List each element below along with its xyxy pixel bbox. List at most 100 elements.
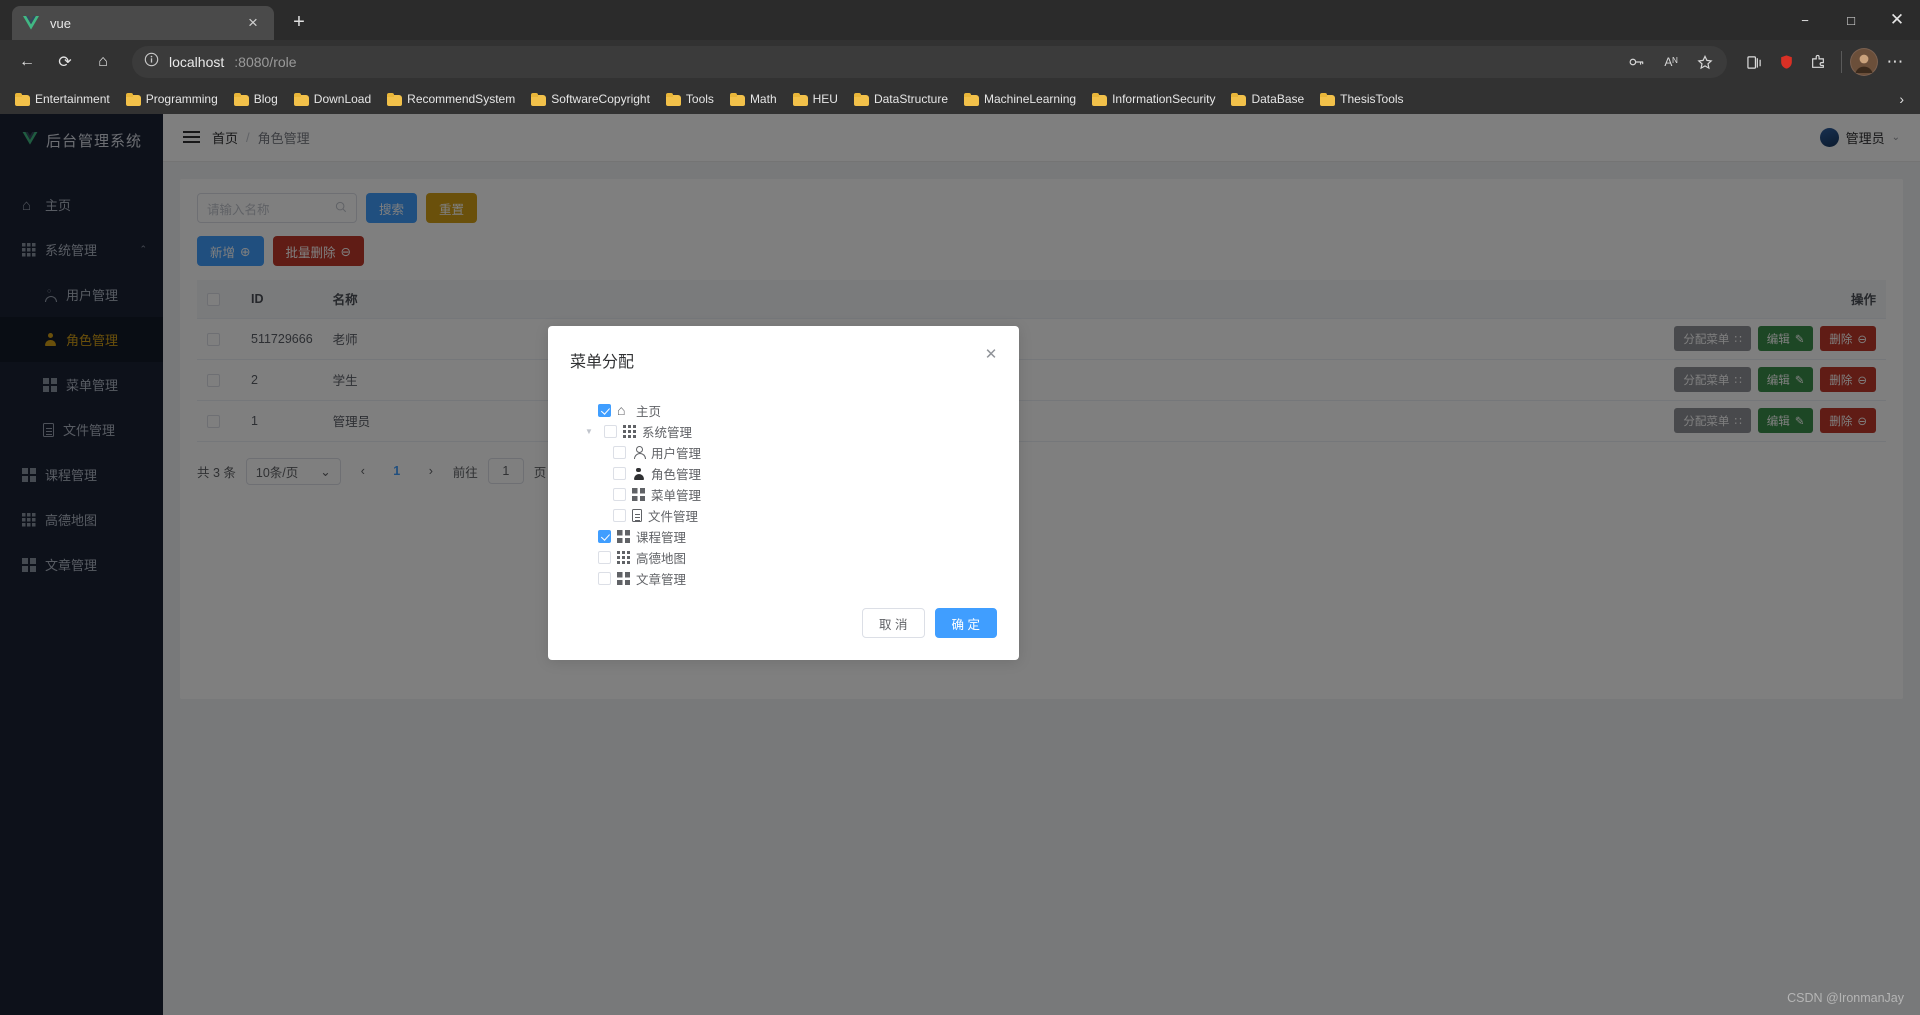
back-icon[interactable]: ← <box>10 45 44 79</box>
bookmark-label: DataStructure <box>873 92 949 106</box>
grid9-icon <box>623 425 636 438</box>
bookmarks-overflow-icon[interactable]: › <box>1891 91 1912 107</box>
chevron-down-icon[interactable]: ▼ <box>580 427 598 436</box>
tree-node-label: 主页 <box>636 405 662 419</box>
folder-icon <box>293 92 309 106</box>
info-icon[interactable] <box>144 52 159 72</box>
tree-checkbox[interactable] <box>604 425 617 438</box>
bookmark-label: DataBase <box>1251 92 1305 106</box>
dialog-body: 主页 ▼ 系统管理 用户管理 <box>548 372 1019 608</box>
bookmark-label: Tools <box>685 92 714 106</box>
tree-checkbox[interactable] <box>613 488 626 501</box>
minimize-icon[interactable]: − <box>1782 0 1828 40</box>
bookmark-label: InformationSecurity <box>1112 92 1216 106</box>
tab-title: vue <box>50 15 71 31</box>
confirm-button[interactable]: 确 定 <box>934 608 997 638</box>
address-bar[interactable]: localhost:8080/role Aᴺ <box>132 46 1727 78</box>
tree-node-menu-management[interactable]: 菜单管理 <box>570 484 997 505</box>
tree-checkbox[interactable] <box>598 572 611 585</box>
bookmark-item[interactable]: ThesisTools <box>1313 89 1410 109</box>
bookmark-label: SoftwareCopyright <box>551 92 650 106</box>
bookmark-item[interactable]: RecommendSystem <box>380 89 522 109</box>
home-icon[interactable]: ⌂ <box>86 45 120 79</box>
key-icon[interactable] <box>1623 48 1651 76</box>
bookmarks-bar: Entertainment Programming Blog DownLoad … <box>0 84 1920 114</box>
bookmark-label: MachineLearning <box>984 92 1077 106</box>
tree-checkbox[interactable] <box>598 551 611 564</box>
grid4-icon <box>632 488 645 501</box>
tree-node-label: 高德地图 <box>636 552 687 566</box>
tree-node-label: 菜单管理 <box>651 489 702 503</box>
tree-node-home[interactable]: 主页 <box>570 400 997 421</box>
tree-node-label: 文章管理 <box>636 573 687 587</box>
folder-icon <box>233 92 249 106</box>
file-icon <box>632 509 642 522</box>
tree-checkbox[interactable] <box>613 446 626 459</box>
grid4-icon <box>617 530 630 543</box>
window-controls: − □ ✕ <box>1782 0 1920 40</box>
read-aloud-icon[interactable]: Aᴺ <box>1657 48 1685 76</box>
bookmark-item[interactable]: DataBase <box>1224 89 1311 109</box>
bookmark-label: Math <box>749 92 777 106</box>
user-solid-icon <box>632 467 645 480</box>
folder-icon <box>125 92 141 106</box>
grid9-icon <box>617 551 630 564</box>
folder-icon <box>1320 92 1336 106</box>
bookmark-item[interactable]: Blog <box>227 89 285 109</box>
dialog-header: 菜单分配 ✕ <box>548 326 1019 372</box>
tree-checkbox[interactable] <box>598 530 611 543</box>
menu-tree: 主页 ▼ 系统管理 用户管理 <box>570 400 997 589</box>
tree-checkbox[interactable] <box>613 509 626 522</box>
bookmark-item[interactable]: HEU <box>786 89 845 109</box>
tree-node-article-management[interactable]: 文章管理 <box>570 568 997 589</box>
profile-avatar[interactable] <box>1850 48 1878 76</box>
maximize-icon[interactable]: □ <box>1828 0 1874 40</box>
folder-icon <box>792 92 808 106</box>
close-icon[interactable]: × <box>242 12 264 34</box>
web-page: 后台管理系统 主页 系统管理 ⌃ 用户管理 角色管理 <box>0 114 1920 1015</box>
tree-node-label: 用户管理 <box>651 447 702 461</box>
grid4-icon <box>617 572 630 585</box>
url-path: :8080/role <box>234 54 297 70</box>
bookmark-item[interactable]: DataStructure <box>847 89 955 109</box>
tree-node-system[interactable]: ▼ 系统管理 <box>570 421 997 442</box>
tree-checkbox[interactable] <box>613 467 626 480</box>
tree-node-user-management[interactable]: 用户管理 <box>570 442 997 463</box>
tree-node-label: 角色管理 <box>651 468 702 482</box>
folder-icon <box>531 92 547 106</box>
tree-node-file-management[interactable]: 文件管理 <box>570 505 997 526</box>
tree-checkbox[interactable] <box>598 404 611 417</box>
tree-node-label: 课程管理 <box>636 531 687 545</box>
bookmark-label: HEU <box>812 92 838 106</box>
folder-icon <box>15 92 30 106</box>
bookmark-item[interactable]: DownLoad <box>287 89 378 109</box>
tree-node-amap[interactable]: 高德地图 <box>570 547 997 568</box>
bookmark-item[interactable]: Entertainment <box>8 89 117 109</box>
favorite-star-icon[interactable] <box>1691 48 1719 76</box>
collections-icon[interactable] <box>1739 47 1769 77</box>
bookmark-item[interactable]: MachineLearning <box>957 89 1083 109</box>
reload-icon[interactable]: ⟳ <box>48 45 82 79</box>
folder-icon <box>964 92 980 106</box>
bookmark-item[interactable]: InformationSecurity <box>1085 89 1222 109</box>
shield-icon[interactable] <box>1771 47 1801 77</box>
browser-tab-vue[interactable]: vue × <box>12 6 274 40</box>
new-tab-button[interactable]: + <box>284 7 314 37</box>
bookmark-item[interactable]: Math <box>723 89 784 109</box>
user-outline-icon <box>632 446 646 459</box>
cancel-button[interactable]: 取 消 <box>862 608 925 638</box>
bookmark-label: ThesisTools <box>1340 92 1404 106</box>
extensions-icon[interactable] <box>1803 47 1833 77</box>
close-icon[interactable]: ✕ <box>981 344 1001 364</box>
bookmark-item[interactable]: SoftwareCopyright <box>524 89 657 109</box>
assign-menu-dialog: 菜单分配 ✕ 主页 ▼ 系统管理 <box>548 326 1019 660</box>
dialog-title: 菜单分配 <box>570 354 635 371</box>
bookmark-item[interactable]: Programming <box>119 89 225 109</box>
bookmark-item[interactable]: Tools <box>659 89 721 109</box>
tree-node-role-management[interactable]: 角色管理 <box>570 463 997 484</box>
folder-icon <box>665 92 681 106</box>
window-close-icon[interactable]: ✕ <box>1874 0 1920 40</box>
bookmark-label: Programming <box>145 92 218 106</box>
tree-node-course-management[interactable]: 课程管理 <box>570 526 997 547</box>
settings-more-icon[interactable]: ⋯ <box>1880 47 1910 77</box>
